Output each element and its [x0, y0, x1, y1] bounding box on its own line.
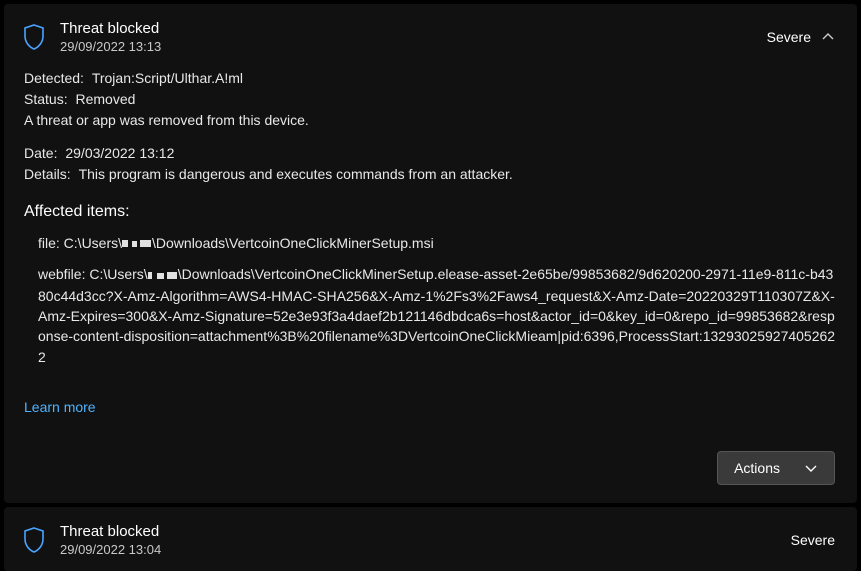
- affected-file: file: C:\Users\ \Downloads\VertcoinOneCli…: [38, 233, 837, 254]
- date-row: Date: 29/03/2022 13:12: [24, 143, 837, 164]
- severity-label: Severe: [791, 532, 835, 548]
- chevron-down-icon: [804, 461, 818, 475]
- actions-row: Actions: [4, 433, 857, 503]
- affected-heading: Affected items:: [24, 203, 837, 221]
- detected-value: Trojan:Script/Ulthar.A!ml: [92, 70, 243, 86]
- detected-label: Detected:: [24, 70, 84, 86]
- status-label: Status:: [24, 91, 68, 107]
- affected-webfile: webfile: C:\Users\\Downloads\VertcoinOne…: [38, 264, 837, 367]
- details-label: Details:: [24, 166, 71, 182]
- threat-item: Threat blocked 29/09/2022 13:04 Severe: [4, 507, 857, 571]
- status-row: Status: Removed: [24, 89, 837, 110]
- date-value: 29/03/2022 13:12: [65, 145, 174, 161]
- shield-icon: [22, 526, 46, 554]
- learn-more-link[interactable]: Learn more: [24, 399, 96, 415]
- affected-webfile-prefix: webfile: C:\Users\: [38, 266, 148, 282]
- affected-file-prefix: file: C:\Users\: [38, 235, 122, 251]
- threat-details: Detected: Trojan:Script/Ulthar.A!ml Stat…: [4, 68, 857, 433]
- severity-label: Severe: [767, 29, 811, 45]
- shield-icon: [22, 23, 46, 51]
- details-value: This program is dangerous and executes c…: [79, 166, 513, 182]
- threat-title: Threat blocked: [60, 20, 767, 37]
- threat-timestamp: 29/09/2022 13:13: [60, 39, 767, 54]
- threat-header[interactable]: Threat blocked 29/09/2022 13:13 Severe: [4, 4, 857, 68]
- status-note: A threat or app was removed from this de…: [24, 110, 837, 131]
- status-value: Removed: [75, 91, 135, 107]
- detected-row: Detected: Trojan:Script/Ulthar.A!ml: [24, 68, 837, 89]
- redacted-username-icon: [148, 266, 178, 286]
- threat-timestamp: 29/09/2022 13:04: [60, 542, 791, 557]
- chevron-up-icon[interactable]: [821, 30, 835, 44]
- threat-title: Threat blocked: [60, 523, 791, 540]
- redacted-username-icon: [122, 234, 152, 254]
- threat-item: Threat blocked 29/09/2022 13:13 Severe D…: [4, 4, 857, 503]
- actions-button-label: Actions: [734, 460, 780, 476]
- date-label: Date:: [24, 145, 57, 161]
- threat-header[interactable]: Threat blocked 29/09/2022 13:04 Severe: [4, 507, 857, 571]
- details-row: Details: This program is dangerous and e…: [24, 164, 837, 185]
- actions-button[interactable]: Actions: [717, 451, 835, 485]
- affected-file-suffix: \Downloads\VertcoinOneClickMinerSetup.ms…: [152, 235, 434, 251]
